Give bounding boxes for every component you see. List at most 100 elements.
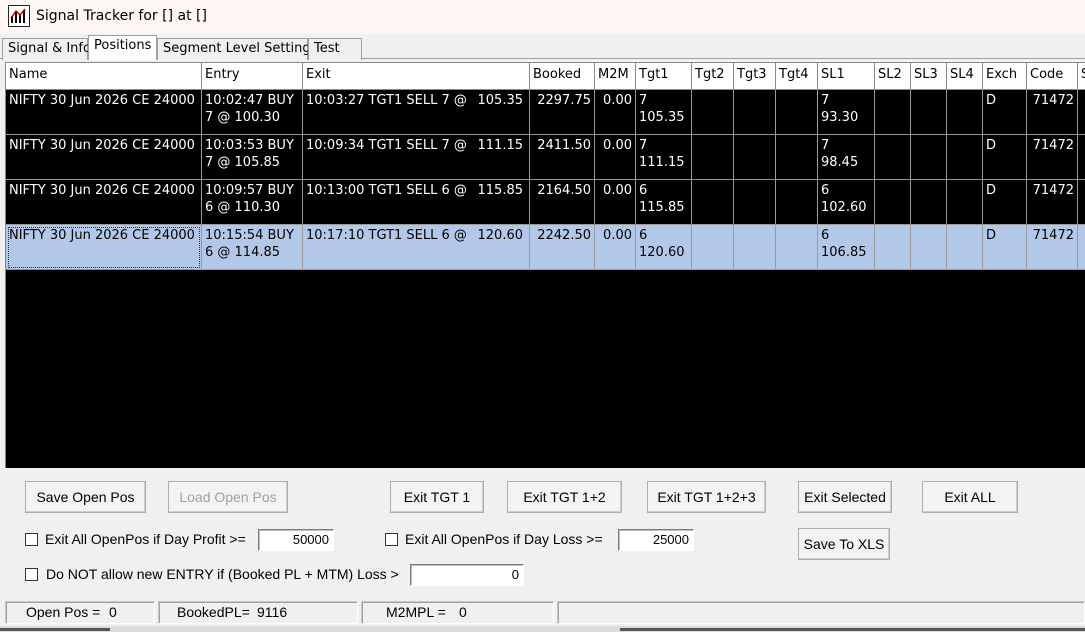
tab-signal-info[interactable]: Signal & Info xyxy=(2,38,91,60)
col-header-s[interactable]: S xyxy=(1078,63,1085,90)
day-loss-input[interactable]: 25000 xyxy=(618,529,694,551)
no-new-entry-checkbox[interactable] xyxy=(25,568,38,581)
cell-sl2 xyxy=(875,90,911,135)
cell-exit: 10:09:34 TGT1 SELL 7 @ 111.15 xyxy=(303,135,530,180)
exit-all-button[interactable]: Exit ALL xyxy=(922,481,1018,513)
day-profit-input[interactable]: 50000 xyxy=(258,529,334,551)
cell-exch: D xyxy=(983,180,1027,225)
cell-tgt2 xyxy=(692,225,734,270)
cell-exch: D xyxy=(983,135,1027,180)
cell-m2m: 0.00 xyxy=(595,225,636,270)
open-pos-label: Open Pos = xyxy=(26,604,101,620)
col-header-sl1[interactable]: SL1 xyxy=(818,63,875,90)
no-new-entry-input[interactable]: 0 xyxy=(410,564,524,586)
day-loss-checkbox[interactable] xyxy=(385,533,398,546)
cell-m2m: 0.00 xyxy=(595,180,636,225)
cell-booked: 2297.75 xyxy=(530,90,595,135)
exit-text: 10:09:34 TGT1 SELL 7 @ xyxy=(306,138,467,153)
table-row[interactable]: NIFTY 30 Jun 2026 CE 24000 10:09:57 BUY … xyxy=(6,180,1085,225)
no-new-entry-label: Do NOT allow new ENTRY if (Booked PL + M… xyxy=(46,566,399,582)
cell-exit: 10:17:10 TGT1 SELL 6 @ 120.60 xyxy=(303,225,530,270)
cell-sl1: 6 106.85 xyxy=(818,225,875,270)
exit-price: 105.35 xyxy=(477,93,524,108)
exit-text: 10:13:00 TGT1 SELL 6 @ xyxy=(306,183,467,198)
cell-entry: 10:03:53 BUY 7 @ 105.85 xyxy=(202,135,303,180)
cell-tgt3 xyxy=(734,135,776,180)
tab-test[interactable]: Test xyxy=(308,38,362,60)
cell-tgt4 xyxy=(776,90,818,135)
save-open-pos-button[interactable]: Save Open Pos xyxy=(25,481,146,513)
cell-booked: 2411.50 xyxy=(530,135,595,180)
table-row-selected[interactable]: NIFTY 30 Jun 2026 CE 24000 10:15:54 BUY … xyxy=(6,225,1085,270)
cell-tgt3 xyxy=(734,225,776,270)
exit-selected-button[interactable]: Exit Selected xyxy=(798,481,892,513)
col-header-code[interactable]: Code xyxy=(1027,63,1078,90)
cell-code: 71472 xyxy=(1027,135,1078,180)
cell-m2m: 0.00 xyxy=(595,90,636,135)
cell-name: NIFTY 30 Jun 2026 CE 24000 xyxy=(6,180,202,225)
day-loss-label: Exit All OpenPos if Day Loss >= xyxy=(405,531,603,547)
exit-tgt12-button[interactable]: Exit TGT 1+2 xyxy=(507,481,622,513)
cell-sl4 xyxy=(947,225,983,270)
table-row[interactable]: NIFTY 30 Jun 2026 CE 24000 10:03:53 BUY … xyxy=(6,135,1085,180)
cell-exit: 10:13:00 TGT1 SELL 6 @ 115.85 xyxy=(303,180,530,225)
tab-segment-level-settings[interactable]: Segment Level Settings xyxy=(157,38,317,60)
cell-code: 71472 xyxy=(1027,90,1078,135)
title-bar: Signal Tracker for [] at [] xyxy=(0,0,1085,34)
col-header-tgt4[interactable]: Tgt4 xyxy=(776,63,818,90)
cell-sl4 xyxy=(947,90,983,135)
col-header-tgt1[interactable]: Tgt1 xyxy=(636,63,692,90)
cell-sl1: 7 93.30 xyxy=(818,90,875,135)
cell-s xyxy=(1078,225,1085,270)
col-header-sl3[interactable]: SL3 xyxy=(911,63,947,90)
m2m-pl-value: 0 xyxy=(459,604,467,620)
cell-sl2 xyxy=(875,180,911,225)
cell-entry: 10:15:54 BUY 6 @ 114.85 xyxy=(202,225,303,270)
cell-tgt2 xyxy=(692,135,734,180)
status-booked-pl: BookedPL= 9116 xyxy=(158,601,358,624)
cell-name: NIFTY 30 Jun 2026 CE 24000 xyxy=(6,90,202,135)
cell-sl3 xyxy=(911,225,947,270)
cell-entry: 10:02:47 BUY 7 @ 100.30 xyxy=(202,90,303,135)
table-row[interactable]: NIFTY 30 Jun 2026 CE 24000 10:02:47 BUY … xyxy=(6,90,1085,135)
cell-sl2 xyxy=(875,135,911,180)
status-m2m-pl: M2MPL = 0 xyxy=(361,601,554,624)
cell-exch: D xyxy=(983,225,1027,270)
day-profit-label: Exit All OpenPos if Day Profit >= xyxy=(45,531,246,547)
cell-tgt3 xyxy=(734,90,776,135)
col-header-m2m[interactable]: M2M xyxy=(595,63,636,90)
load-open-pos-button[interactable]: Load Open Pos xyxy=(168,481,288,513)
col-header-entry[interactable]: Entry xyxy=(202,63,303,90)
cell-name: NIFTY 30 Jun 2026 CE 24000 xyxy=(6,225,202,270)
booked-pl-value: 9116 xyxy=(257,604,288,620)
booked-pl-label: BookedPL= xyxy=(177,604,250,620)
col-header-exch[interactable]: Exch xyxy=(983,63,1027,90)
save-to-xls-button[interactable]: Save To XLS xyxy=(798,528,890,560)
cell-booked: 2164.50 xyxy=(530,180,595,225)
tab-positions[interactable]: Positions xyxy=(88,35,157,60)
cell-s xyxy=(1078,180,1085,225)
col-header-booked[interactable]: Booked xyxy=(530,63,595,90)
app-chart-icon[interactable] xyxy=(8,5,30,27)
col-header-sl2[interactable]: SL2 xyxy=(875,63,911,90)
cell-tgt3 xyxy=(734,180,776,225)
col-header-tgt3[interactable]: Tgt3 xyxy=(734,63,776,90)
exit-tgt1-button[interactable]: Exit TGT 1 xyxy=(390,481,484,513)
cell-tgt1: 6 115.85 xyxy=(636,180,692,225)
positions-grid[interactable]: Name Entry Exit Booked M2M Tgt1 Tgt2 Tgt… xyxy=(5,62,1085,468)
cell-sl1: 7 98.45 xyxy=(818,135,875,180)
cell-code: 71472 xyxy=(1027,180,1078,225)
col-header-sl4[interactable]: SL4 xyxy=(947,63,983,90)
col-header-exit[interactable]: Exit xyxy=(303,63,530,90)
cell-tgt1: 6 120.60 xyxy=(636,225,692,270)
col-header-name[interactable]: Name xyxy=(6,63,202,90)
status-open-pos: Open Pos = 0 xyxy=(5,601,155,624)
cell-tgt4 xyxy=(776,180,818,225)
grid-header: Name Entry Exit Booked M2M Tgt1 Tgt2 Tgt… xyxy=(6,63,1085,90)
cell-tgt2 xyxy=(692,90,734,135)
col-header-tgt2[interactable]: Tgt2 xyxy=(692,63,734,90)
cell-tgt1: 7 111.15 xyxy=(636,135,692,180)
status-empty-panel xyxy=(557,601,1085,624)
exit-tgt123-button[interactable]: Exit TGT 1+2+3 xyxy=(647,481,766,513)
day-profit-checkbox[interactable] xyxy=(25,533,38,546)
